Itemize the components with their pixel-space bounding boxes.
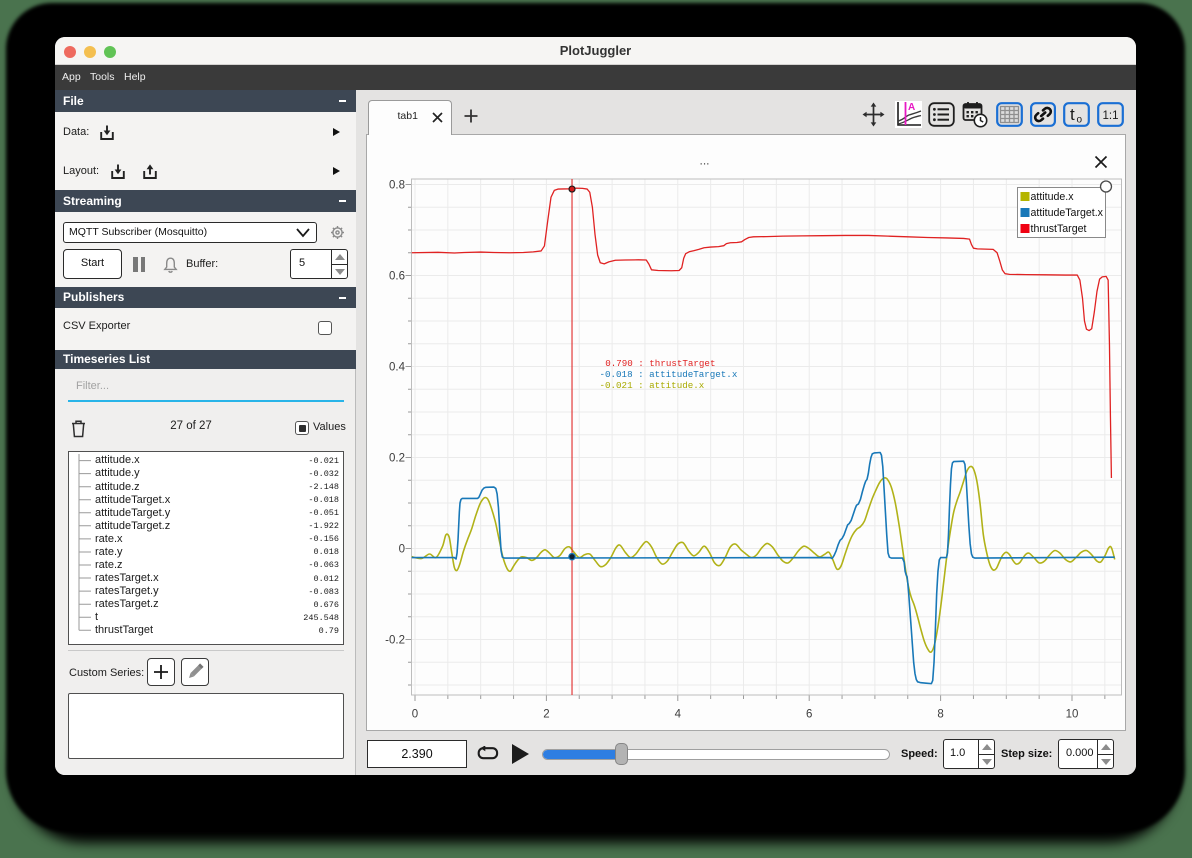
svg-text:0: 0 (399, 543, 405, 555)
svg-text:-0.2: -0.2 (385, 634, 405, 646)
svg-text:attitude.x: attitude.x (1031, 191, 1075, 203)
svg-text:1:1: 1:1 (1103, 110, 1119, 122)
svg-text:thrustTarget: thrustTarget (1031, 223, 1087, 235)
svg-text:attitudeTarget.x: attitudeTarget.x (1031, 207, 1104, 219)
svg-text:10: 10 (1066, 709, 1079, 721)
svg-text:8: 8 (937, 709, 943, 721)
svg-text:0.6: 0.6 (389, 270, 405, 282)
svg-text:4: 4 (675, 709, 682, 721)
svg-text:-0.021 : attitude.x: -0.021 : attitude.x (600, 380, 705, 391)
svg-text:...: ... (700, 154, 710, 168)
svg-text:0.2: 0.2 (389, 452, 405, 464)
svg-text:-0.018 : attitudeTarget.x: -0.018 : attitudeTarget.x (600, 369, 738, 380)
svg-text:t: t (1070, 105, 1075, 124)
svg-text:o: o (1077, 115, 1083, 126)
svg-text:2: 2 (543, 709, 549, 721)
svg-text:0.8: 0.8 (389, 179, 405, 191)
svg-text:0.790 : thrustTarget: 0.790 : thrustTarget (605, 358, 715, 369)
svg-text:0: 0 (412, 709, 418, 721)
svg-text:0.4: 0.4 (389, 361, 406, 373)
svg-text:A: A (908, 102, 915, 113)
svg-text:6: 6 (806, 709, 812, 721)
